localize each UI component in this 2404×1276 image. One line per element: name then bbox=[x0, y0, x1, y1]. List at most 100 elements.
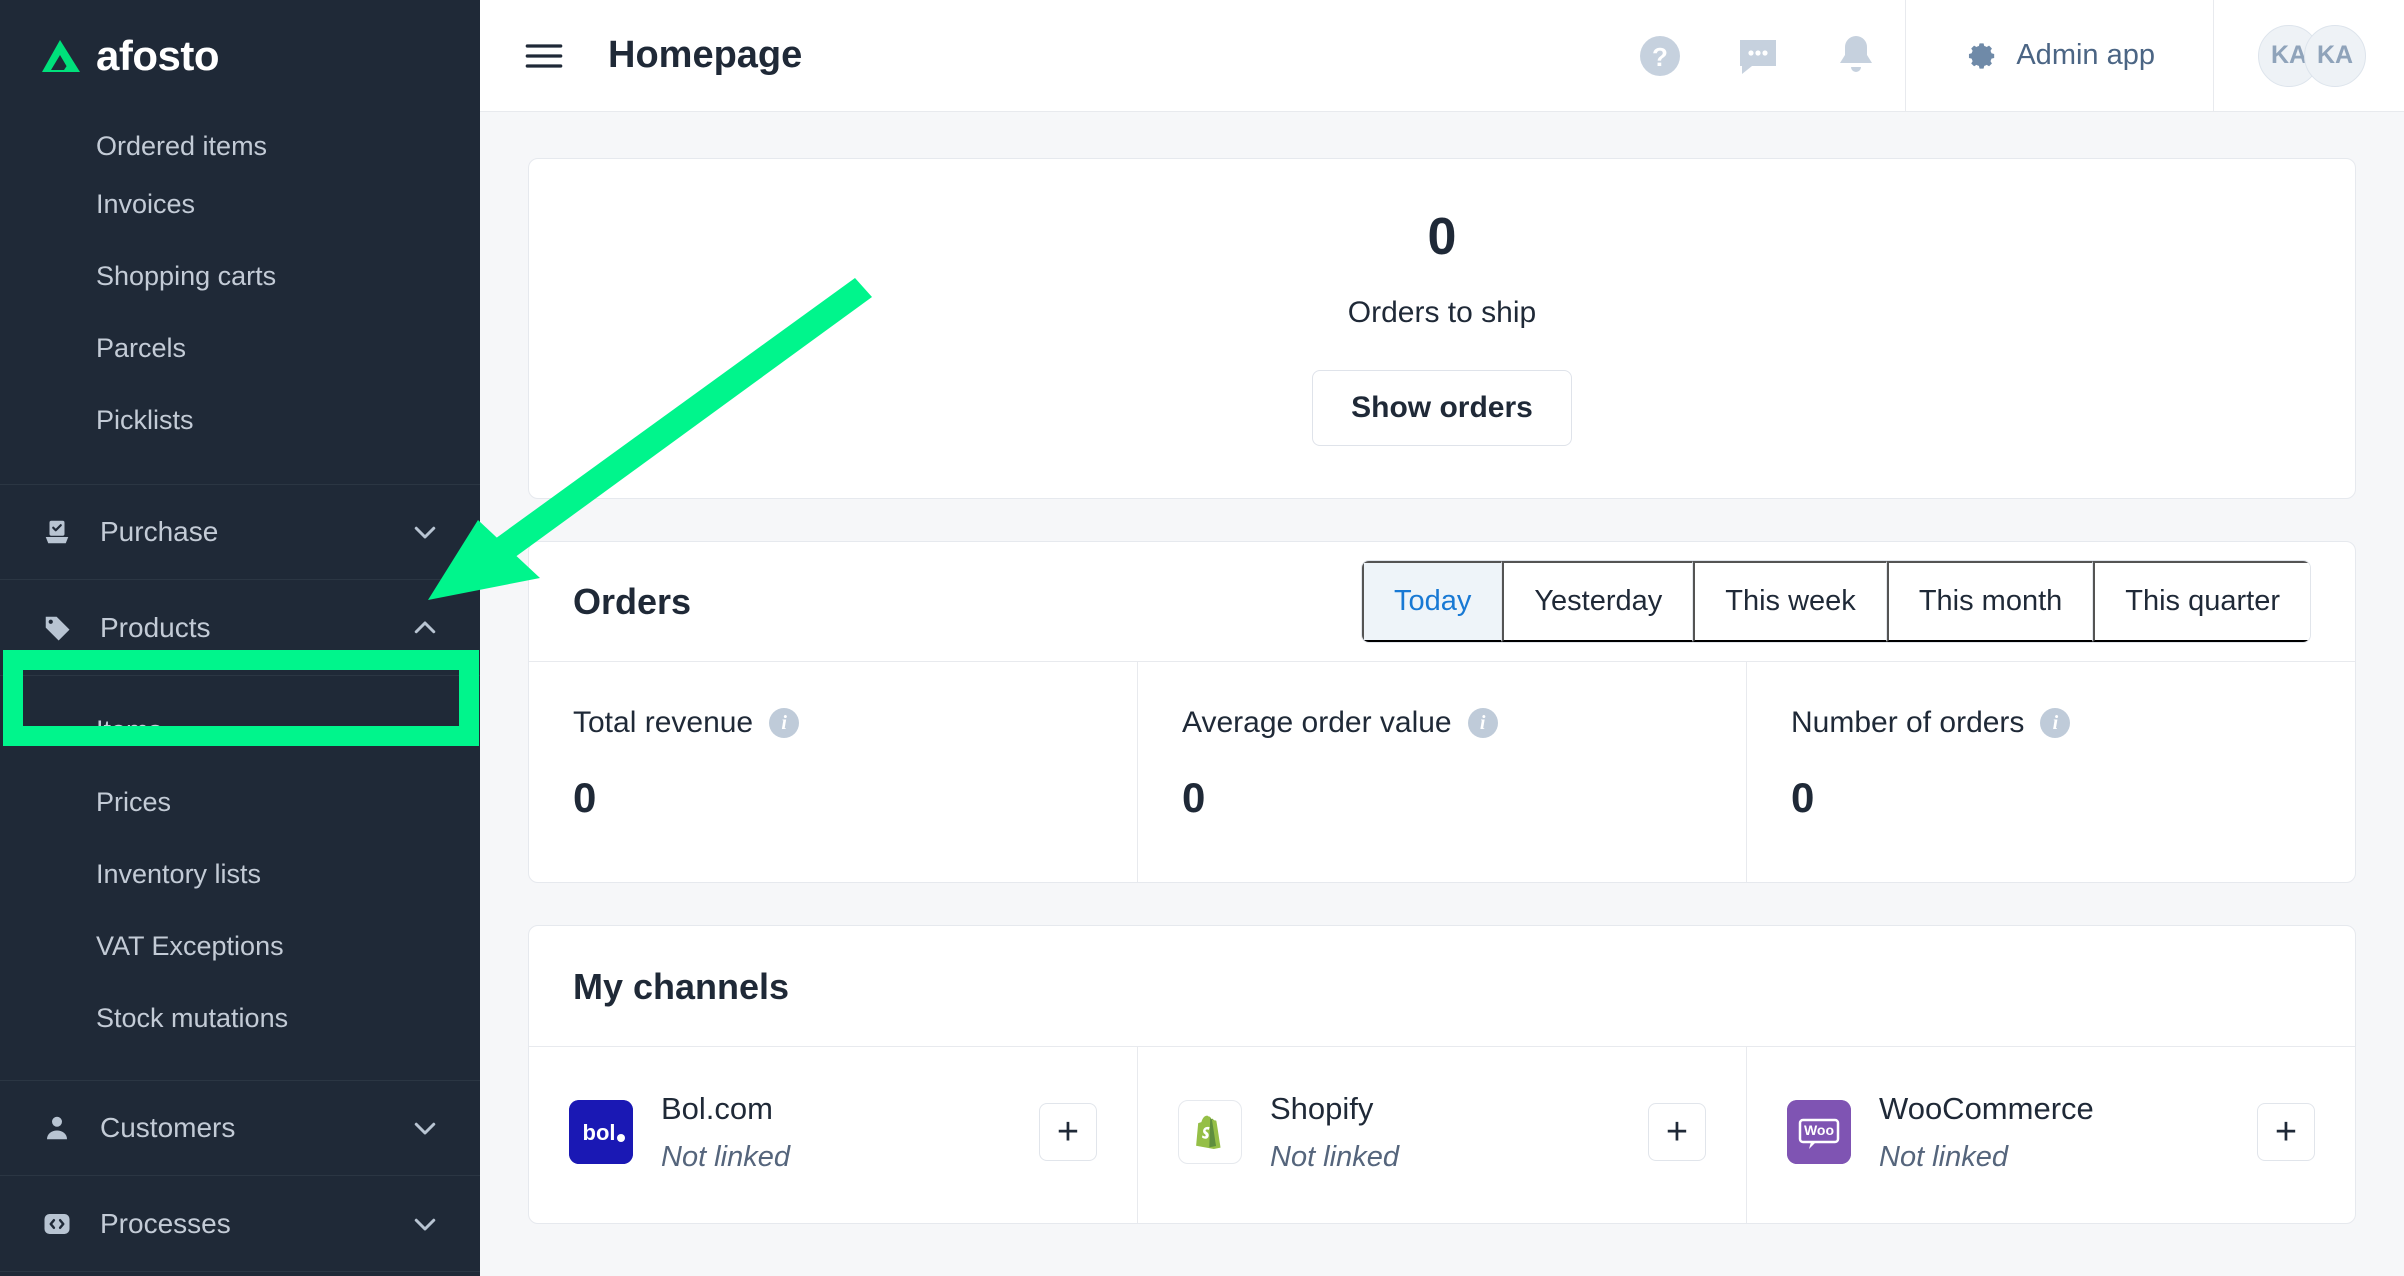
metric-value: 0 bbox=[1791, 774, 1815, 822]
metric-number-of-orders: Number of orders i 0 bbox=[1747, 662, 2355, 882]
channel-bol-com: bol Bol.com Not linked + bbox=[529, 1047, 1138, 1224]
brand-logo[interactable]: afosto bbox=[0, 0, 480, 112]
hamburger-menu-icon[interactable] bbox=[524, 41, 564, 71]
sidebar-subgroup-products: Items Prices Inventory lists VAT Excepti… bbox=[0, 676, 480, 1080]
orders-card: Orders Today Yesterday This week This mo… bbox=[528, 541, 2356, 884]
sidebar-group-label: Processes bbox=[100, 1207, 231, 1239]
gear-icon bbox=[1964, 35, 1998, 77]
code-brackets-icon bbox=[40, 1207, 74, 1241]
metric-value: 0 bbox=[1182, 774, 1206, 822]
orders-to-ship-label: Orders to ship bbox=[1347, 296, 1537, 330]
info-icon[interactable]: i bbox=[2040, 708, 2071, 739]
metric-average-order-value: Average order value i 0 bbox=[1138, 662, 1747, 883]
channel-shopify: Shopify Not linked + bbox=[1138, 1047, 1747, 1224]
sidebar-item-label: Items bbox=[96, 714, 163, 745]
my-channels-header: My channels bbox=[529, 926, 2355, 1048]
sidebar-item-label: Ordered items bbox=[96, 131, 268, 161]
tag-icon bbox=[40, 611, 74, 645]
orders-to-ship-card: 0 Orders to ship Show orders bbox=[528, 158, 2356, 500]
sidebar-group-label: Customers bbox=[100, 1112, 236, 1143]
sidebar-group-products[interactable]: Products bbox=[0, 580, 480, 676]
help-icon[interactable]: ? bbox=[1633, 29, 1687, 83]
sidebar-item-label: Picklists bbox=[96, 404, 194, 435]
shopify-logo-icon bbox=[1178, 1100, 1242, 1165]
tab-today[interactable]: Today bbox=[1361, 561, 1503, 643]
svg-text:bol: bol bbox=[583, 1120, 616, 1145]
info-icon[interactable]: i bbox=[1467, 708, 1498, 739]
channel-woocommerce: Woo WooCommerce Not linked + bbox=[1747, 1047, 2355, 1223]
sidebar-item-picklists[interactable]: Picklists bbox=[0, 384, 480, 456]
metric-label-row: Average order value i bbox=[1182, 706, 1702, 740]
sidebar-group-customers[interactable]: Customers bbox=[0, 1080, 480, 1176]
channel-status: Not linked bbox=[1879, 1140, 2008, 1173]
channel-status: Not linked bbox=[661, 1140, 790, 1173]
metric-label: Average order value bbox=[1182, 706, 1452, 740]
svg-text:?: ? bbox=[1652, 42, 1668, 72]
add-channel-button[interactable]: + bbox=[1648, 1103, 1706, 1162]
top-bar: Homepage ? Admin app KA KA bbox=[480, 0, 2404, 112]
bol-logo-icon: bol bbox=[569, 1100, 633, 1165]
channel-text: Shopify Not linked bbox=[1270, 1091, 1648, 1174]
sidebar-item-label: Invoices bbox=[96, 188, 196, 219]
sidebar-group-processes[interactable]: Processes bbox=[0, 1176, 480, 1272]
period-segmented-control: Today Yesterday This week This month Thi… bbox=[1360, 560, 2311, 644]
chevron-down-icon[interactable] bbox=[410, 1113, 440, 1143]
sidebar-group-purchase[interactable]: Purchase bbox=[0, 484, 480, 580]
sidebar-item-label: VAT Exceptions bbox=[96, 930, 284, 961]
chat-icon[interactable] bbox=[1731, 29, 1785, 83]
metric-total-revenue: Total revenue i 0 bbox=[529, 662, 1138, 883]
my-channels-title: My channels bbox=[573, 966, 790, 1008]
sidebar-group-label: Purchase bbox=[100, 516, 219, 547]
info-icon[interactable]: i bbox=[769, 708, 800, 739]
chevron-down-icon[interactable] bbox=[410, 1209, 440, 1239]
my-channels-card: My channels bol Bol.com Not linked + Sho… bbox=[528, 925, 2356, 1225]
app-root: afosto Ordered items Invoices Shopping c… bbox=[0, 0, 2404, 1276]
afosto-triangle-logo-icon bbox=[40, 36, 82, 76]
channel-name: WooCommerce bbox=[1879, 1090, 2094, 1126]
page-title: Homepage bbox=[608, 34, 803, 76]
channel-text: Bol.com Not linked bbox=[661, 1091, 1039, 1174]
metric-label-row: Number of orders i bbox=[1791, 706, 2311, 740]
chevron-up-icon[interactable] bbox=[410, 613, 440, 643]
show-orders-button[interactable]: Show orders bbox=[1312, 370, 1572, 447]
add-channel-button[interactable]: + bbox=[1039, 1103, 1097, 1162]
sidebar-item-ordered-items[interactable]: Ordered items bbox=[0, 112, 480, 168]
sidebar-item-label: Stock mutations bbox=[96, 1002, 289, 1033]
sidebar-group-label: Products bbox=[100, 611, 211, 643]
sidebar-item-items[interactable]: Items bbox=[0, 694, 480, 766]
sidebar-item-vat-exceptions[interactable]: VAT Exceptions bbox=[0, 910, 480, 982]
tab-this-month[interactable]: This month bbox=[1886, 561, 2094, 643]
orders-metrics: Total revenue i 0 Average order value i … bbox=[529, 662, 2355, 883]
sidebar-item-inventory-lists[interactable]: Inventory lists bbox=[0, 838, 480, 910]
sidebar-item-shopping-carts[interactable]: Shopping carts bbox=[0, 240, 480, 312]
avatar[interactable]: KA bbox=[2304, 24, 2366, 87]
sidebar-item-label: Prices bbox=[96, 786, 172, 817]
avatar-group[interactable]: KA KA bbox=[2214, 0, 2404, 112]
tab-this-quarter[interactable]: This quarter bbox=[2093, 561, 2310, 643]
notifications-bell-icon[interactable] bbox=[1829, 29, 1883, 83]
orders-card-header: Orders Today Yesterday This week This mo… bbox=[529, 542, 2355, 663]
chevron-down-icon[interactable] bbox=[410, 517, 440, 547]
metric-label: Total revenue bbox=[573, 706, 754, 740]
page-content: 0 Orders to ship Show orders Orders Toda… bbox=[480, 112, 2404, 1225]
channels-row: bol Bol.com Not linked + Shopify Not lin… bbox=[529, 1047, 2355, 1224]
admin-app-label: Admin app bbox=[2016, 39, 2155, 71]
sidebar-item-prices[interactable]: Prices bbox=[0, 766, 480, 838]
tab-this-week[interactable]: This week bbox=[1693, 561, 1887, 643]
sidebar-nav: Ordered items Invoices Shopping carts Pa… bbox=[0, 112, 480, 1272]
add-channel-button[interactable]: + bbox=[2257, 1103, 2315, 1162]
sidebar-item-invoices[interactable]: Invoices bbox=[0, 168, 480, 240]
tab-yesterday[interactable]: Yesterday bbox=[1502, 561, 1694, 643]
inbox-check-icon bbox=[40, 515, 74, 549]
sidebar-item-label: Shopping carts bbox=[96, 260, 277, 291]
sidebar: afosto Ordered items Invoices Shopping c… bbox=[0, 0, 480, 1276]
channel-name: Bol.com bbox=[661, 1090, 773, 1126]
orders-title: Orders bbox=[573, 580, 692, 622]
admin-app-button[interactable]: Admin app bbox=[1906, 0, 2213, 112]
sidebar-item-label: Parcels bbox=[96, 332, 187, 363]
channel-name: Shopify bbox=[1270, 1090, 1374, 1126]
orders-to-ship-count: 0 bbox=[1427, 208, 1457, 266]
sidebar-item-stock-mutations[interactable]: Stock mutations bbox=[0, 982, 480, 1054]
sidebar-item-parcels[interactable]: Parcels bbox=[0, 312, 480, 384]
